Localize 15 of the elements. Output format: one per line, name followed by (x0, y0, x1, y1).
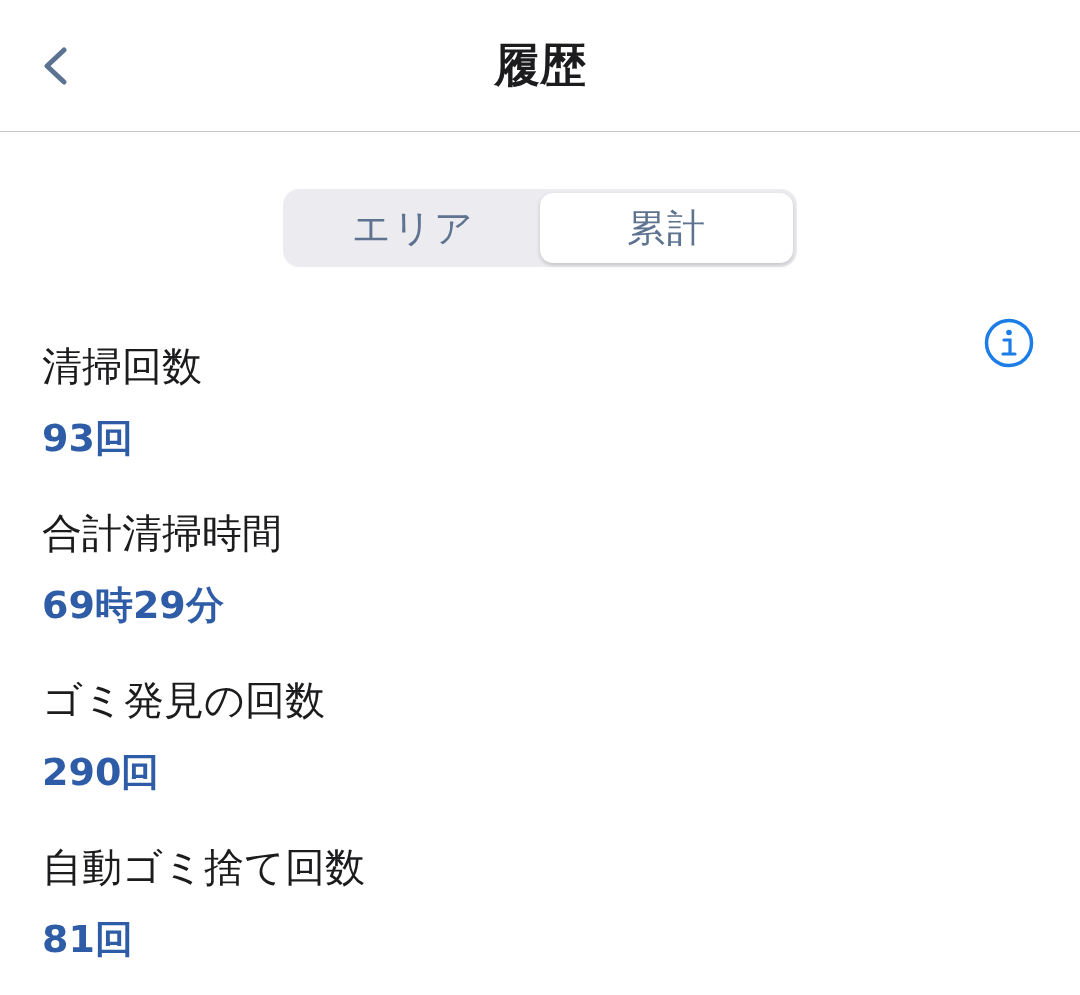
segment-tab[interactable]: 累計 (540, 193, 793, 263)
stat-value: 93回 (42, 415, 134, 462)
back-button[interactable] (42, 46, 68, 85)
info-button[interactable] (984, 318, 1034, 368)
segment-tab[interactable]: エリア (287, 193, 540, 263)
stat-value: 69時29分 (42, 582, 225, 629)
stat-label: ゴミ発見の回数 (42, 676, 326, 724)
stat-label: 清掃回数 (42, 342, 203, 390)
stat-label: 自動ゴミ捨て回数 (42, 843, 366, 891)
page-title: 履歴 (494, 37, 586, 94)
stat-label: 合計清掃時間 (42, 509, 283, 557)
stat-value: 290回 (42, 749, 161, 796)
chevron-left-icon (42, 46, 68, 85)
stat-value: 81回 (42, 916, 134, 963)
info-icon (984, 318, 1034, 368)
